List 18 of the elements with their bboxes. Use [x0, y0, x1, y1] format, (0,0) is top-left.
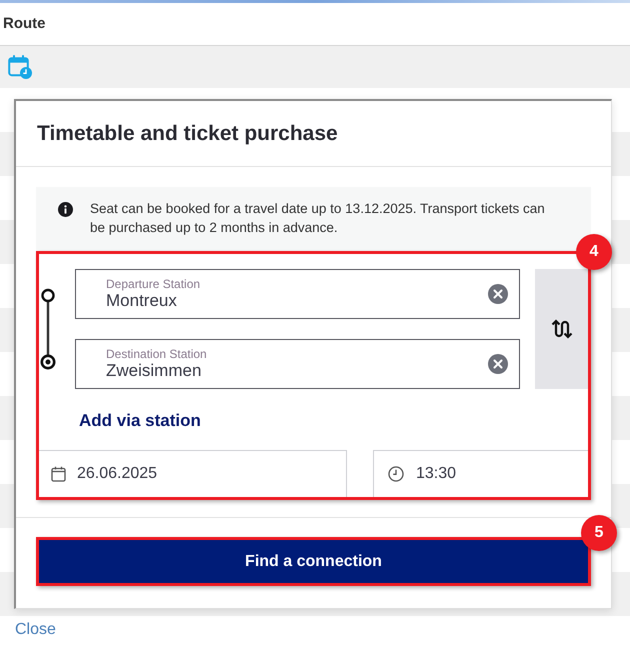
clear-icon[interactable] — [488, 284, 508, 304]
swap-stations-button[interactable] — [535, 269, 588, 389]
station-field[interactable]: Destination Station Zweisimmen — [75, 339, 520, 389]
dialog-title: Timetable and ticket purchase — [37, 120, 338, 147]
station-field[interactable]: Departure Station Montreux — [75, 269, 520, 319]
date-field[interactable]: 26.06.2025 — [39, 450, 347, 497]
add-via-station-link[interactable]: Add via station — [79, 411, 201, 430]
clock-icon — [388, 466, 404, 482]
find-connection-button[interactable]: Find a connection — [36, 537, 591, 586]
info-icon — [58, 202, 73, 217]
annotation-badge: 4 — [576, 234, 612, 270]
notice-text: Seat can be booked for a travel date up to 13.12.2025. Transport tickets can be purchased up to 2 months in advance. — [90, 200, 546, 237]
calendar-icon — [51, 466, 66, 482]
time-field[interactable]: 13:30 — [373, 450, 588, 497]
page-title: Route — [3, 14, 46, 34]
route-stops-icon — [40, 288, 56, 370]
clear-icon[interactable] — [488, 354, 508, 374]
close-link[interactable]: Close — [15, 621, 56, 638]
